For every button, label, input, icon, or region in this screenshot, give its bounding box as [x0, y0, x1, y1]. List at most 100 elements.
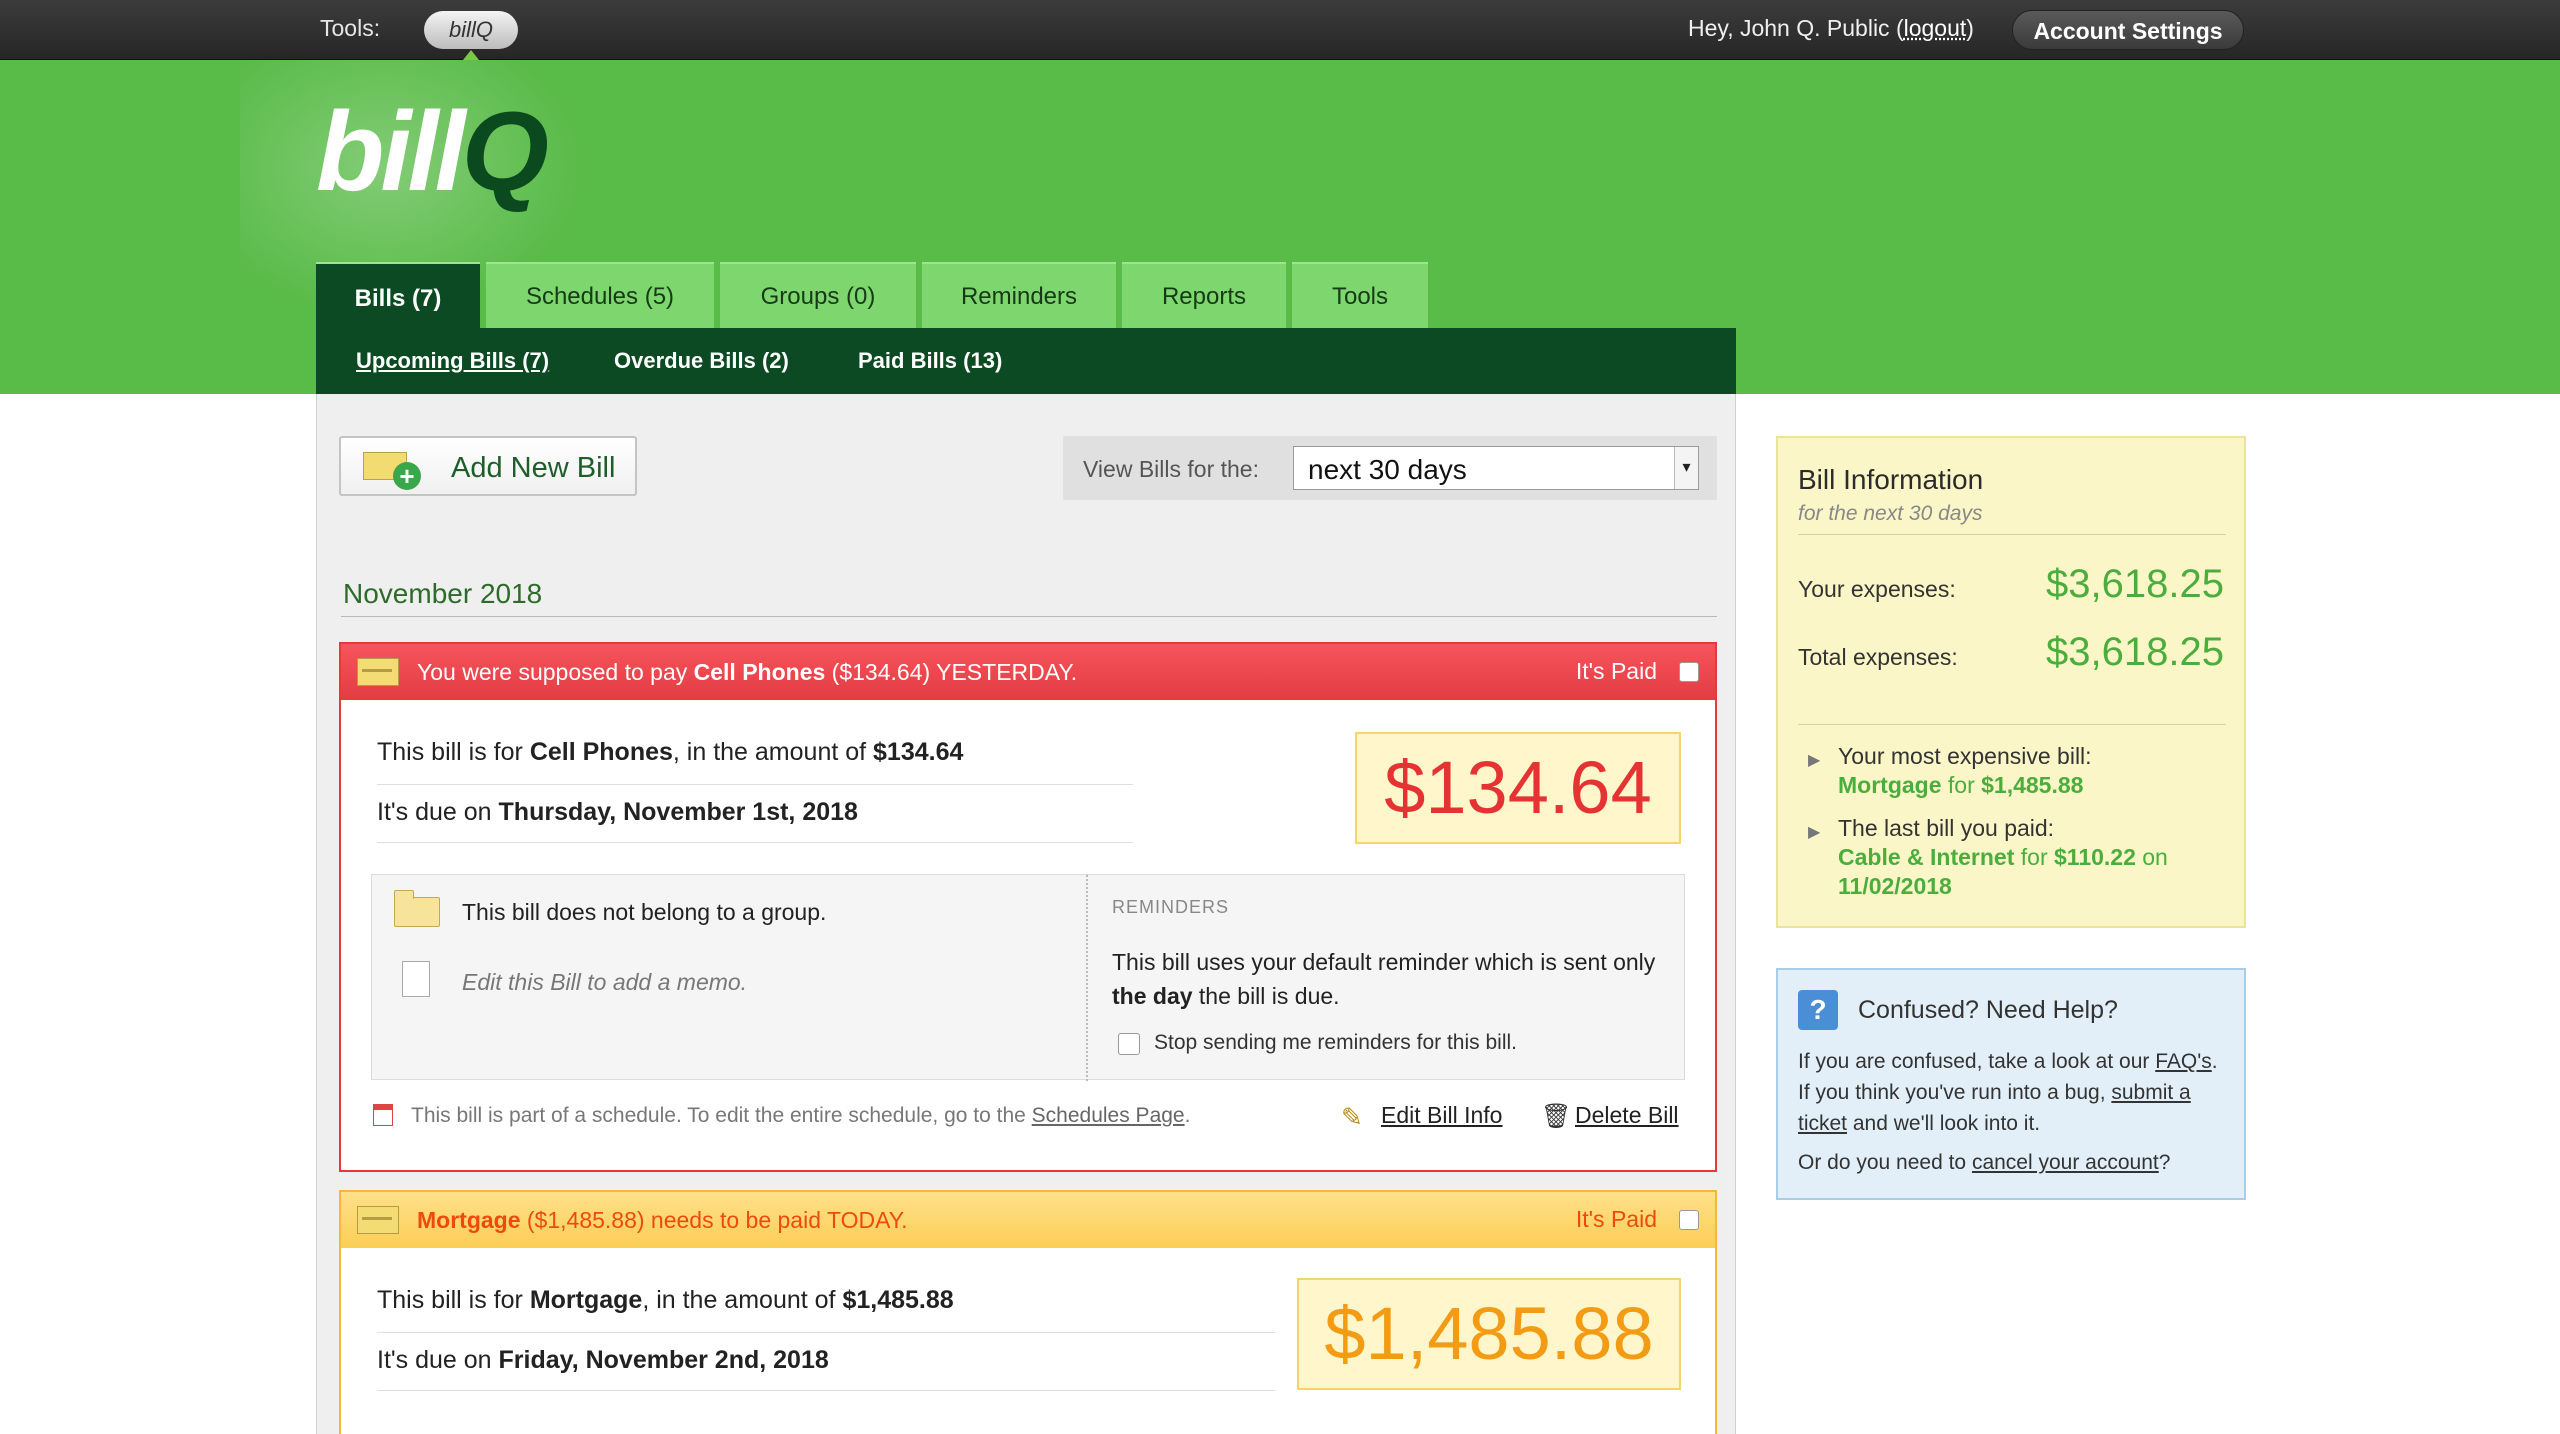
subnav-paid-bills[interactable]: Paid Bills (13): [858, 348, 1002, 374]
your-expenses-label: Your expenses:: [1798, 576, 1956, 602]
tab-bills[interactable]: Bills (7): [316, 262, 480, 330]
panel-subtitle: for the next 30 days: [1798, 502, 1983, 525]
bill-amount: $1,485.88: [842, 1286, 954, 1314]
active-tool-indicator: [463, 50, 479, 60]
plus-icon: +: [393, 462, 421, 490]
bill-header-due-today: Mortgage ($1,485.88) needs to be paid TO…: [341, 1192, 1715, 1248]
text: , in the amount of: [672, 738, 874, 766]
reminder-description: This bill uses your default reminder whi…: [1112, 945, 1672, 1013]
text: the bill is due.: [1192, 983, 1340, 1009]
bill-for-line: This bill is for Cell Phones, in the amo…: [377, 738, 963, 767]
total-expenses-label: Total expenses:: [1798, 644, 1958, 670]
tab-reminders[interactable]: Reminders: [922, 262, 1116, 328]
help-title: Confused? Need Help?: [1858, 996, 2118, 1024]
most-expensive-bill: Your most expensive bill: Mortgage for $1…: [1838, 742, 2238, 800]
its-paid-checkbox[interactable]: [1679, 662, 1699, 682]
last-paid-date: 11/02/2018: [1838, 873, 1952, 899]
text: and we'll look into it.: [1847, 1112, 2041, 1135]
reminders-heading: REMINDERS: [1112, 897, 1230, 917]
tab-schedules[interactable]: Schedules (5): [486, 262, 714, 328]
bill-details: This bill does not belong to a group. Ed…: [371, 874, 1685, 1081]
divider: [377, 784, 1133, 785]
tab-reports[interactable]: Reports: [1122, 262, 1286, 328]
subnav-overdue-bills[interactable]: Overdue Bills (2): [614, 348, 789, 374]
tools-label: Tools:: [320, 15, 381, 41]
bill-amount: $134.64: [873, 738, 964, 766]
edit-bill-info-link[interactable]: Edit Bill Info: [1381, 1102, 1502, 1129]
bill-due-date: Thursday, November 1st, 2018: [498, 798, 858, 826]
status-bill-name: Cell Phones: [693, 659, 826, 685]
greeting-close: ): [1966, 15, 1974, 41]
text: This bill is part of a schedule. To edit…: [411, 1104, 1032, 1127]
text: Or do you need to: [1798, 1151, 1972, 1174]
cancel-account-link[interactable]: cancel your account: [1972, 1151, 2159, 1174]
divider: [1798, 534, 2226, 535]
chevron-right-icon: ▶: [1808, 824, 1821, 841]
bill-card-mortgage: Mortgage ($1,485.88) needs to be paid TO…: [339, 1190, 1717, 1434]
bill-amount-display: $1,485.88: [1297, 1278, 1681, 1390]
logo-bill: bill: [316, 89, 466, 214]
help-panel: ? Confused? Need Help? If you are confus…: [1776, 968, 2246, 1200]
tab-groups[interactable]: Groups (0): [720, 262, 916, 328]
folder-icon: [394, 890, 440, 927]
chevron-down-icon[interactable]: ▾: [1674, 447, 1698, 489]
trash-icon[interactable]: 🗑: [1541, 1102, 1571, 1131]
stop-reminders-label[interactable]: Stop sending me reminders for this bill.: [1154, 1031, 1517, 1055]
cancel-line: Or do you need to cancel your account?: [1798, 1147, 2234, 1178]
divider: [377, 1332, 1275, 1333]
tab-tools[interactable]: Tools: [1292, 262, 1428, 328]
text: .: [1184, 1104, 1191, 1127]
divider: [377, 842, 1133, 843]
subnav-upcoming-bills[interactable]: Upcoming Bills (7): [356, 348, 549, 374]
status-text-end: ($134.64) YESTERDAY.: [825, 659, 1078, 685]
text: This bill is for: [377, 738, 530, 766]
bill-icon: [357, 1206, 399, 1234]
your-expenses-value: $3,618.25: [2046, 562, 2224, 606]
account-settings-button[interactable]: Account Settings: [2012, 10, 2244, 50]
panel-title: Bill Information: [1798, 464, 1984, 495]
bill-due-line: It's due on Thursday, November 1st, 2018: [377, 798, 858, 827]
greeting-text: Hey, John Q. Public (: [1688, 15, 1904, 41]
bills-main: + Add New Bill View Bills for the: next …: [316, 394, 1736, 1434]
text: for: [2014, 844, 2054, 870]
logo-q: Q: [461, 89, 549, 214]
bill-header-overdue: You were supposed to pay Cell Phones ($1…: [341, 644, 1715, 700]
last-paid-amount: $110.22: [2054, 844, 2136, 870]
text: It's due on: [377, 798, 499, 826]
bill-name: Mortgage: [529, 1286, 643, 1314]
text: If you are confused, take a look at our: [1798, 1050, 2156, 1073]
tool-billq-button[interactable]: billQ: [424, 11, 518, 49]
its-paid-label: It's Paid: [1575, 658, 1657, 684]
text: on: [2135, 844, 2168, 870]
billq-logo[interactable]: billQ: [316, 96, 549, 208]
schedules-page-link[interactable]: Schedules Page: [1032, 1104, 1185, 1127]
last-paid-bill: The last bill you paid: Cable & Internet …: [1838, 814, 2238, 901]
its-paid-label: It's Paid: [1575, 1206, 1657, 1232]
divider: [1798, 724, 2226, 725]
view-period-select[interactable]: next 30 days ▾: [1293, 446, 1699, 490]
month-divider: [341, 616, 1717, 617]
delete-bill-link[interactable]: Delete Bill: [1575, 1102, 1679, 1129]
stop-reminders-checkbox[interactable]: [1118, 1033, 1140, 1055]
text: This bill uses your default reminder whi…: [1112, 949, 1656, 975]
status-bill-name: Mortgage: [417, 1207, 521, 1233]
bills-subnav: Upcoming Bills (7) Overdue Bills (2) Pai…: [316, 328, 1736, 394]
pencil-icon[interactable]: ✎: [1341, 1102, 1363, 1133]
text: , in the amount of: [642, 1286, 843, 1314]
add-new-bill-button[interactable]: + Add New Bill: [339, 436, 637, 496]
top-bar: Tools: billQ Hey, John Q. Public (logout…: [0, 0, 2560, 60]
calendar-icon: [373, 1104, 393, 1126]
logout-link[interactable]: logout: [1904, 15, 1967, 41]
view-bills-label: View Bills for the:: [1083, 456, 1259, 482]
view-bills-filter: View Bills for the: next 30 days ▾: [1063, 436, 1717, 500]
faq-link[interactable]: FAQ's: [2155, 1050, 2212, 1073]
reminder-when: the day: [1112, 983, 1193, 1009]
text: for: [1941, 772, 1982, 798]
most-expensive-amount: $1,485.88: [1981, 772, 2084, 798]
bill-amount-display: $134.64: [1355, 732, 1681, 844]
its-paid-checkbox[interactable]: [1679, 1210, 1699, 1230]
total-expenses-value: $3,618.25: [2046, 630, 2224, 674]
status-text: You were supposed to pay: [417, 659, 694, 685]
help-icon: ?: [1798, 990, 1838, 1030]
memo-placeholder: Edit this Bill to add a memo.: [462, 969, 748, 995]
